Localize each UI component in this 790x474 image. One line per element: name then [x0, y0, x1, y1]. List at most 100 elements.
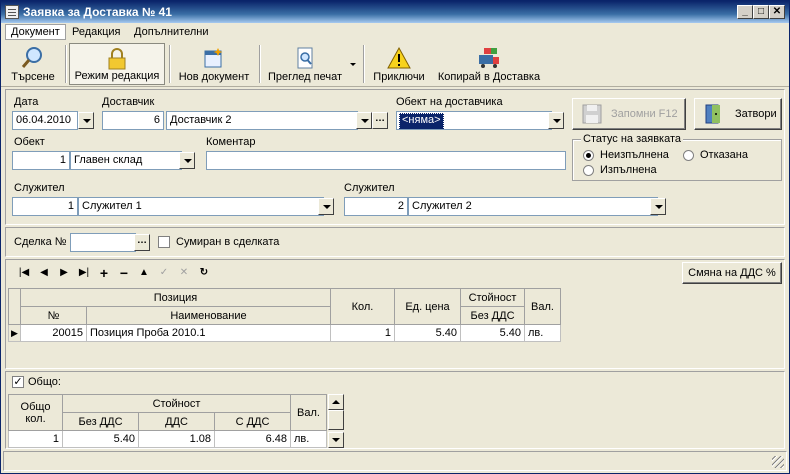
totals-checkbox[interactable]: ✓ — [12, 376, 24, 388]
edit-record-icon[interactable]: ▲ — [136, 265, 152, 281]
delete-record-icon[interactable]: − — [116, 265, 132, 281]
object-id-field[interactable]: 1 — [12, 151, 70, 170]
item-currency-cell[interactable]: лв. — [524, 324, 561, 342]
warning-icon — [387, 46, 411, 69]
refresh-icon[interactable]: ↻ — [196, 265, 212, 281]
minimize-button[interactable]: _ — [737, 5, 753, 19]
employee1-id-field[interactable]: 1 — [12, 197, 78, 216]
next-record-icon[interactable]: ▶ — [56, 265, 72, 281]
deal-panel: Сделка № … Сумиран в сделката — [5, 227, 785, 257]
supplier-name-field[interactable]: Доставчик 2 — [166, 111, 358, 130]
items-panel: |◀ ◀ ▶ ▶| + − ▲ ✓ ✕ ↻ Смяна на ДДС % Поз… — [5, 259, 785, 369]
supplier-dropdown[interactable] — [356, 112, 372, 129]
copy-to-delivery-button[interactable]: Копирай в Доставка — [433, 43, 545, 85]
edit-mode-button[interactable]: Режим редакция — [69, 43, 165, 85]
item-unit-price-cell[interactable]: 5.40 — [394, 324, 461, 342]
current-row-indicator-icon: ▶ — [8, 324, 21, 342]
scroll-up-arrow-icon[interactable] — [328, 394, 344, 410]
employee2-id-field[interactable]: 2 — [344, 197, 408, 216]
item-qty-cell[interactable]: 1 — [330, 324, 395, 342]
currency-header[interactable]: Вал. — [524, 288, 561, 325]
item-value-cell[interactable]: 5.40 — [460, 324, 525, 342]
totals-table: Общо кол. Стойност Вал. Без ДДС ДДС С ДД… — [8, 394, 327, 448]
supplier-object-field[interactable]: <няма> — [396, 111, 552, 130]
close-button[interactable]: Затвори — [694, 98, 782, 130]
save-button[interactable]: Запомни F12 — [572, 98, 686, 130]
totals-value-group-header: Стойност — [62, 394, 291, 413]
menu-document[interactable]: Документ — [5, 24, 66, 40]
date-field[interactable]: 06.04.2010 — [12, 111, 78, 130]
resize-grip-icon[interactable] — [772, 456, 784, 468]
last-record-icon[interactable]: ▶| — [76, 265, 92, 281]
finish-button[interactable]: Приключи — [369, 43, 429, 85]
table-row[interactable]: ▶ 20015 Позиция Проба 2010.1 1 5.40 5.40… — [8, 324, 561, 342]
summed-in-deal-checkbox[interactable] — [158, 236, 170, 248]
supplier-object-dropdown[interactable] — [548, 112, 564, 129]
search-button[interactable]: Търсене — [5, 43, 61, 85]
no-header[interactable]: № — [20, 306, 87, 325]
totals-with-vat-header: С ДДС — [214, 412, 291, 431]
status-group: Статус на заявката Неизпълнена Отказана … — [572, 133, 782, 181]
first-record-icon[interactable]: |◀ — [16, 265, 32, 281]
employee1-name-field[interactable]: Служител 1 — [78, 197, 324, 216]
object-dropdown[interactable] — [179, 152, 195, 169]
door-exit-icon — [705, 104, 720, 124]
scroll-thumb[interactable] — [328, 410, 344, 430]
employee2-dropdown[interactable] — [650, 198, 666, 215]
change-vat-button[interactable]: Смяна на ДДС % — [682, 262, 782, 284]
unit-price-header[interactable]: Ед. цена — [394, 288, 461, 325]
status-radio-rejected[interactable] — [683, 150, 694, 161]
totals-panel: ✓ Общо: Общо кол. Стойност Вал. Без ДДС … — [5, 371, 785, 449]
deal-field[interactable] — [70, 233, 136, 252]
employee1-dropdown[interactable] — [318, 198, 334, 215]
app-icon — [5, 5, 19, 19]
add-record-icon[interactable]: + — [96, 265, 112, 281]
cancel-record-icon[interactable]: ✕ — [176, 265, 192, 281]
supplier-ellipsis-button[interactable]: … — [372, 112, 388, 129]
value-group-header: Стойност — [460, 288, 525, 307]
post-record-icon[interactable]: ✓ — [156, 265, 172, 281]
title-bar: Заявка за Доставка № 41 _ □ ✕ — [1, 1, 789, 23]
supplier-id-field[interactable]: 6 — [102, 111, 164, 130]
scroll-down-arrow-icon[interactable] — [328, 432, 344, 448]
lock-icon — [108, 48, 126, 70]
print-preview-button[interactable]: Преглед печат — [263, 43, 347, 85]
new-document-button[interactable]: Нов документ — [173, 43, 255, 85]
item-no-cell[interactable]: 20015 — [20, 324, 87, 342]
name-header[interactable]: Наименование — [86, 306, 331, 325]
close-window-button[interactable]: ✕ — [769, 5, 785, 19]
status-bar — [3, 451, 787, 471]
object-name-field[interactable]: Главен склад — [70, 151, 182, 170]
summed-in-deal-label: Сумиран в сделката — [176, 236, 280, 248]
supplier-object-label: Обект на доставчика — [396, 96, 503, 108]
comment-field[interactable] — [206, 151, 566, 170]
object-label: Обект — [14, 136, 45, 148]
status-radio-fulfilled[interactable] — [583, 165, 594, 176]
total-vat-cell: 1.08 — [138, 430, 215, 448]
employee2-name-field[interactable]: Служител 2 — [408, 197, 658, 216]
deal-ellipsis-button[interactable]: … — [134, 234, 150, 251]
print-preview-dropdown[interactable] — [349, 61, 359, 71]
row-indicator-header — [8, 288, 21, 325]
status-unfulfilled-label: Неизпълнена — [600, 149, 669, 161]
comment-label: Коментар — [206, 136, 256, 148]
position-group-header: Позиция — [20, 288, 331, 307]
menu-additional[interactable]: Допълнителни — [129, 25, 213, 39]
total-with-vat-cell: 6.48 — [214, 430, 291, 448]
menu-edit[interactable]: Редакция — [67, 25, 125, 39]
maximize-button[interactable]: □ — [753, 5, 769, 19]
totals-currency-header: Вал. — [290, 394, 327, 431]
status-radio-unfulfilled[interactable] — [583, 150, 594, 161]
employee2-label: Служител — [344, 182, 395, 194]
menu-bar: Документ Редакция Допълнителни — [1, 23, 789, 41]
prev-record-icon[interactable]: ◀ — [36, 265, 52, 281]
value-no-vat-header[interactable]: Без ДДС — [460, 306, 525, 325]
search-icon — [21, 47, 42, 68]
status-title: Статус на заявката — [581, 133, 684, 145]
qty-header[interactable]: Кол. — [330, 288, 395, 325]
date-dropdown[interactable] — [78, 112, 94, 129]
item-name-cell[interactable]: Позиция Проба 2010.1 — [86, 324, 331, 342]
totals-scrollbar[interactable] — [328, 394, 344, 448]
totals-vat-header: ДДС — [138, 412, 215, 431]
window-title: Заявка за Доставка № 41 — [23, 5, 172, 19]
